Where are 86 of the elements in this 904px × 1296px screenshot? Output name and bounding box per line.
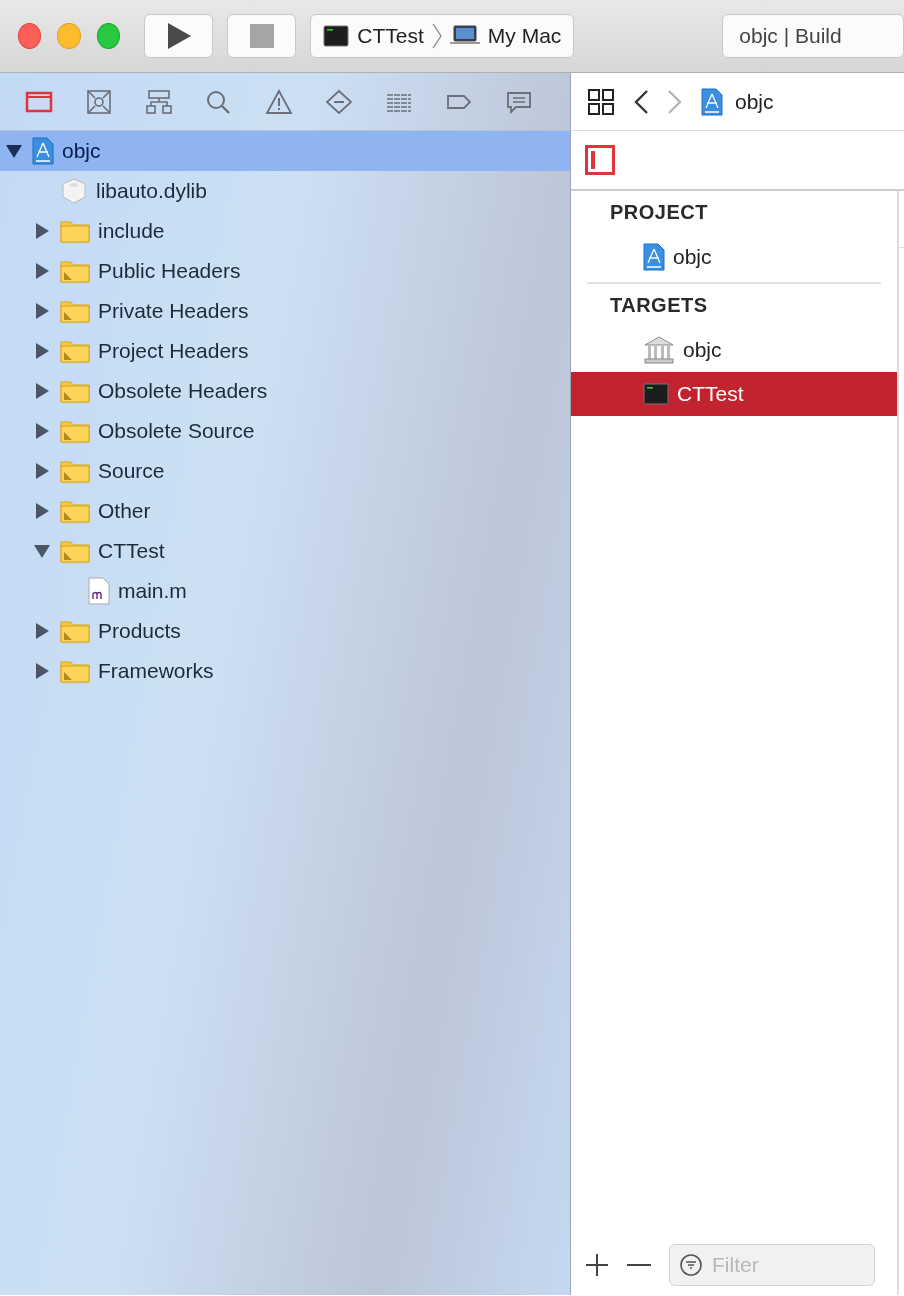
item-label: objc <box>673 245 712 269</box>
tree-row[interactable]: Other <box>0 491 570 531</box>
run-button[interactable] <box>144 14 214 58</box>
folder-icon <box>60 299 90 323</box>
tree-label: Obsolete Headers <box>98 379 268 403</box>
minus-icon <box>627 1264 651 1266</box>
source-file-icon <box>88 577 110 605</box>
navigator-tab[interactable] <box>264 87 294 116</box>
activity-view: objc | Build <box>722 14 904 58</box>
navigator-tab[interactable] <box>84 87 114 116</box>
filter-icon <box>679 1253 703 1277</box>
laptop-icon <box>449 25 480 47</box>
list-item[interactable]: objc <box>571 235 897 279</box>
plus-icon <box>585 1253 609 1277</box>
item-label: CTTest <box>677 382 744 406</box>
warning-icon <box>264 87 294 116</box>
folder-icon <box>60 339 90 363</box>
symbol-icon <box>84 87 114 116</box>
tree-label: Private Headers <box>98 299 249 323</box>
filter-field[interactable]: Filter <box>669 1244 875 1286</box>
folder-icon <box>60 379 90 403</box>
play-icon <box>165 22 192 50</box>
tree-label: Project Headers <box>98 339 249 363</box>
tree-label: Products <box>98 619 181 643</box>
section-header: TARGETS <box>609 293 709 318</box>
tree-row[interactable]: Obsolete Headers <box>0 371 570 411</box>
tree-row[interactable]: Products <box>0 611 570 651</box>
tree-row[interactable]: include <box>0 211 570 251</box>
tree-row[interactable]: main.m <box>0 571 570 611</box>
folder-icon <box>60 219 90 243</box>
folder-icon <box>60 619 90 643</box>
tree-row[interactable]: Frameworks <box>0 651 570 691</box>
grid-button[interactable] <box>587 87 615 116</box>
project-file-icon <box>701 87 723 116</box>
list-item[interactable]: CTTest <box>571 372 897 416</box>
sidebar-icon <box>585 145 615 175</box>
tree-label: CTTest <box>98 539 165 563</box>
diamond-icon <box>324 87 354 116</box>
project-file-icon <box>32 137 54 165</box>
stop-icon <box>249 24 274 48</box>
folder-icon <box>60 539 90 563</box>
close-button[interactable] <box>18 23 42 49</box>
chevron-icon <box>431 23 442 49</box>
tree-label: objc <box>62 139 101 163</box>
navigator-tab[interactable] <box>324 87 354 116</box>
project-file-icon <box>643 243 665 271</box>
tree-label: Source <box>98 459 165 483</box>
list-item[interactable]: objc <box>571 328 897 372</box>
tree-label: include <box>98 219 165 243</box>
tree-label: main.m <box>118 579 187 603</box>
folder-icon <box>60 499 90 523</box>
terminal-icon <box>323 24 350 48</box>
tree-row[interactable]: objc <box>0 131 570 171</box>
tree-row[interactable]: libauto.dylib <box>0 171 570 211</box>
grid-icon <box>587 87 615 116</box>
tree-row[interactable]: Public Headers <box>0 251 570 291</box>
building-icon <box>643 335 675 365</box>
sidebar-toggle-button[interactable] <box>585 145 615 175</box>
tree-row[interactable]: Project Headers <box>0 331 570 371</box>
folder-icon <box>60 459 90 483</box>
breadcrumb-item[interactable]: objc <box>735 89 774 114</box>
library-cube-icon <box>60 177 88 205</box>
tree-label: Other <box>98 499 151 523</box>
add-button[interactable] <box>585 1253 609 1277</box>
tree-row[interactable]: Private Headers <box>0 291 570 331</box>
tree-row[interactable]: Obsolete Source <box>0 411 570 451</box>
tree-label: Frameworks <box>98 659 214 683</box>
back-button[interactable] <box>633 88 649 115</box>
scheme-target[interactable]: CTTest <box>357 24 424 48</box>
folder-icon <box>60 659 90 683</box>
section-header: PROJECT <box>609 200 709 225</box>
tree-label: libauto.dylib <box>96 179 207 203</box>
item-label: objc <box>683 338 722 362</box>
tree-row[interactable]: CTTest <box>0 531 570 571</box>
scheme-selector[interactable]: CTTest My Mac <box>310 14 575 58</box>
tree-label: Obsolete Source <box>98 419 255 443</box>
folder-icon <box>60 259 90 283</box>
hierarchy-icon <box>144 87 174 116</box>
folder-icon <box>60 419 90 443</box>
terminal-icon <box>643 382 669 406</box>
chevron-left-icon <box>633 88 649 115</box>
tree-row[interactable]: Source <box>0 451 570 491</box>
navigator-tab[interactable] <box>144 87 174 116</box>
chevron-right-icon <box>667 88 683 115</box>
scheme-destination[interactable]: My Mac <box>487 24 562 48</box>
tree-label: Public Headers <box>98 259 241 283</box>
